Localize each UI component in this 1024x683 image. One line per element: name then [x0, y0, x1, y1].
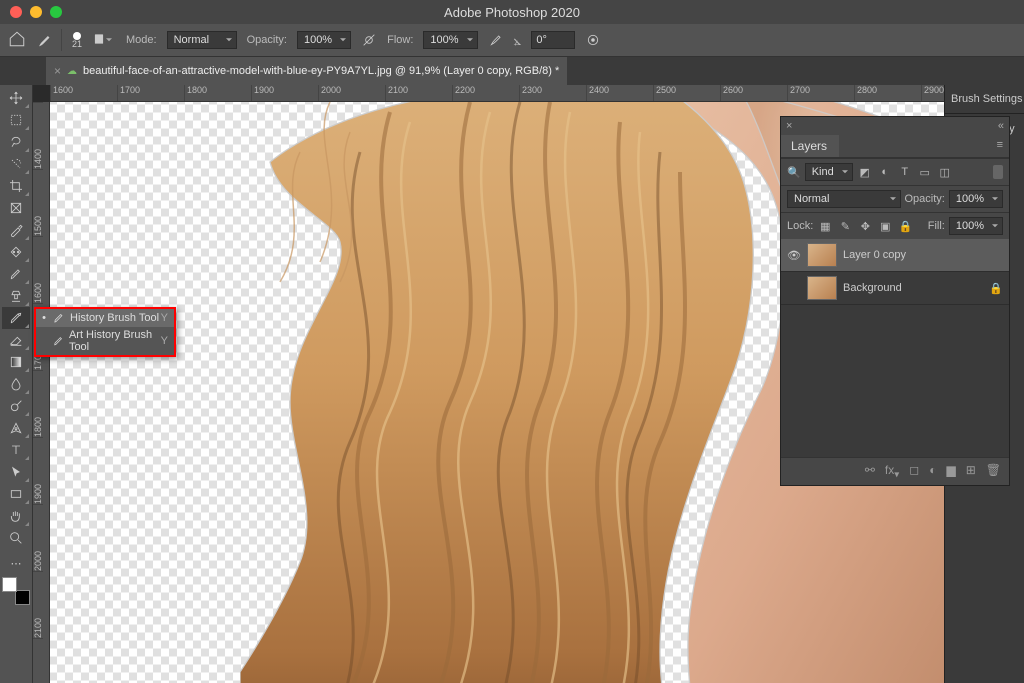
layer-thumbnail[interactable]	[807, 243, 837, 267]
vertical-ruler[interactable]: 1400150016001700180019002000210022002300…	[33, 102, 50, 683]
panel-options-icon[interactable]: ≡	[991, 135, 1009, 157]
layer-list: 👁 Layer 0 copy Background 🔒	[781, 239, 1009, 457]
window-controls	[0, 6, 62, 18]
new-layer-icon[interactable]: ⊞	[966, 463, 976, 480]
close-tab-icon[interactable]: ×	[54, 64, 61, 78]
panel-menu-icon[interactable]: «	[998, 120, 1004, 132]
link-layers-icon[interactable]: ⚯	[865, 463, 875, 480]
lock-position-icon[interactable]: ✥	[857, 218, 873, 234]
angle-icon: ⦛	[514, 32, 522, 49]
brush-tool[interactable]	[2, 263, 30, 285]
flyout-item[interactable]: Art History Brush ToolY	[36, 327, 174, 355]
layer-blend-dropdown[interactable]: Normal	[787, 190, 901, 208]
path-selection-tool[interactable]	[2, 461, 30, 483]
cloud-icon: ☁	[67, 66, 77, 77]
opacity-dropdown[interactable]: 100%	[297, 31, 351, 49]
type-tool[interactable]	[2, 439, 30, 461]
history-brush-tool[interactable]	[2, 307, 30, 329]
brush-panel-toggle-icon[interactable]	[92, 32, 116, 49]
marquee-tool[interactable]	[2, 109, 30, 131]
dodge-tool[interactable]	[2, 395, 30, 417]
shape-filter-icon[interactable]: ▭	[917, 164, 933, 180]
type-filter-icon[interactable]: T	[897, 164, 913, 180]
brush-preset-picker[interactable]: 21	[72, 32, 82, 49]
quick-selection-tool[interactable]	[2, 153, 30, 175]
layers-footer: ⚯ fx▾ ◻ ◐ ▆ ⊞ 🗑	[781, 457, 1009, 485]
brush-settings-tab[interactable]: Brush Settings	[945, 85, 1024, 114]
smart-filter-icon[interactable]: ◫	[937, 164, 953, 180]
layer-group-icon[interactable]: ▆	[946, 463, 955, 480]
layer-filter-dropdown[interactable]: Kind	[805, 163, 853, 181]
close-panel-icon[interactable]: ×	[786, 120, 792, 132]
pen-tool[interactable]	[2, 417, 30, 439]
layer-thumbnail[interactable]	[807, 276, 837, 300]
layer-item[interactable]: Background 🔒	[781, 272, 1009, 305]
tool-flyout-menu: •History Brush ToolYArt History Brush To…	[34, 307, 176, 357]
eyedropper-tool[interactable]	[2, 219, 30, 241]
layer-item[interactable]: 👁 Layer 0 copy	[781, 239, 1009, 272]
mode-label: Mode:	[126, 34, 157, 46]
healing-brush-tool[interactable]	[2, 241, 30, 263]
app-title: Adobe Photoshop 2020	[444, 5, 580, 20]
fill-dropdown[interactable]: 100%	[949, 217, 1003, 235]
adjustment-filter-icon[interactable]: ◐	[877, 164, 893, 180]
visibility-icon[interactable]: 👁	[787, 249, 801, 262]
delete-layer-icon[interactable]: 🗑	[986, 463, 1001, 480]
lock-label: Lock:	[787, 220, 813, 232]
frame-tool[interactable]	[2, 197, 30, 219]
lasso-tool[interactable]	[2, 131, 30, 153]
document-tab-label: beautiful-face-of-an-attractive-model-wi…	[83, 65, 559, 77]
flow-label: Flow:	[387, 34, 413, 46]
lock-transparency-icon[interactable]: ▦	[817, 218, 833, 234]
move-tool[interactable]	[2, 87, 30, 109]
home-icon[interactable]	[8, 30, 26, 51]
crop-tool[interactable]	[2, 175, 30, 197]
edit-toolbar-icon[interactable]: ⋯	[2, 552, 30, 574]
eraser-tool[interactable]	[2, 329, 30, 351]
opacity-label: Opacity:	[247, 34, 287, 46]
pressure-opacity-icon[interactable]	[361, 32, 377, 48]
blur-tool[interactable]	[2, 373, 30, 395]
maximize-window-button[interactable]	[50, 6, 62, 18]
layer-name: Background	[843, 282, 902, 294]
layer-mask-icon[interactable]: ◻	[909, 463, 919, 480]
layer-name: Layer 0 copy	[843, 249, 906, 261]
document-tab-bar: × ☁ beautiful-face-of-an-attractive-mode…	[0, 57, 1024, 85]
lock-all-icon[interactable]: 🔒	[897, 218, 913, 234]
fill-label: Fill:	[928, 220, 945, 232]
layers-tab[interactable]: Layers	[781, 135, 839, 157]
blend-mode-dropdown[interactable]: Normal	[167, 31, 237, 49]
clone-stamp-tool[interactable]	[2, 285, 30, 307]
options-bar: 21 Mode: Normal Opacity: 100% Flow: 100%…	[0, 24, 1024, 57]
gradient-tool[interactable]	[2, 351, 30, 373]
horizontal-ruler[interactable]: 1600170018001900200021002200230024002500…	[50, 85, 944, 102]
title-bar: Adobe Photoshop 2020	[0, 0, 1024, 24]
layers-panel[interactable]: × « Layers ≡ 🔍 Kind ◩ ◐ T ▭ ◫ Normal Opa…	[780, 116, 1010, 486]
tool-panel: ⋯	[0, 85, 33, 683]
zoom-tool[interactable]	[2, 527, 30, 549]
adjustment-layer-icon[interactable]: ◐	[929, 463, 936, 480]
pressure-size-icon[interactable]	[585, 32, 601, 48]
flyout-item[interactable]: •History Brush ToolY	[36, 309, 174, 327]
pixel-filter-icon[interactable]: ◩	[857, 164, 873, 180]
document-tab[interactable]: × ☁ beautiful-face-of-an-attractive-mode…	[46, 57, 567, 85]
layer-opacity-label: Opacity:	[905, 193, 945, 205]
layer-fx-icon[interactable]: fx▾	[885, 463, 899, 480]
fg-bg-color[interactable]	[2, 574, 30, 608]
flow-dropdown[interactable]: 100%	[423, 31, 477, 49]
close-window-button[interactable]	[10, 6, 22, 18]
angle-input[interactable]	[531, 31, 575, 49]
lock-icon: 🔒	[989, 282, 1003, 295]
minimize-window-button[interactable]	[30, 6, 42, 18]
lock-pixels-icon[interactable]: ✎	[837, 218, 853, 234]
hand-tool[interactable]	[2, 505, 30, 527]
lock-artboard-icon[interactable]: ▣	[877, 218, 893, 234]
rectangle-tool[interactable]	[2, 483, 30, 505]
airbrush-icon[interactable]	[488, 32, 504, 48]
filter-toggle-icon[interactable]	[993, 165, 1003, 179]
tool-preset-icon[interactable]	[36, 29, 62, 51]
layer-opacity-dropdown[interactable]: 100%	[949, 190, 1003, 208]
